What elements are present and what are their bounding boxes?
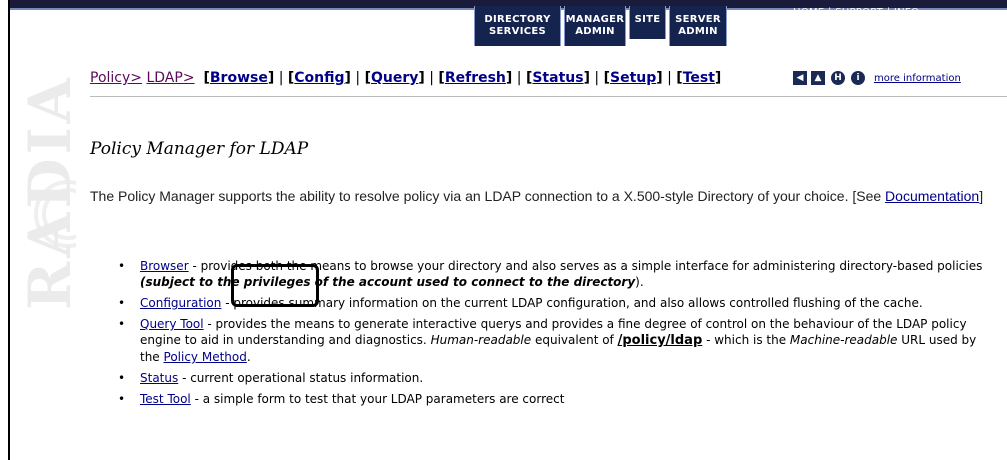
item-text: ). <box>635 275 644 289</box>
item-italic-text: Human-readable <box>430 333 532 347</box>
nav-query-link[interactable]: Query <box>371 70 418 86</box>
bullet-icon: • <box>118 317 126 331</box>
documentation-link[interactable]: Documentation <box>885 188 979 204</box>
tab-label: ADMIN <box>678 26 718 37</box>
separator: | <box>883 7 894 18</box>
left-border <box>8 0 10 460</box>
item-italic-text: Machine-readable <box>789 333 898 347</box>
highlight-box <box>231 264 319 307</box>
item-text: - provides summary information on the cu… <box>221 296 923 310</box>
breadcrumb-ldap[interactable]: LDAP> <box>146 70 194 86</box>
tab-label: SITE <box>634 14 661 25</box>
tab-manager-admin[interactable]: MANAGER ADMIN <box>564 6 626 46</box>
nav-setup-link[interactable]: Setup <box>610 70 656 86</box>
radia-watermark: RADIA <box>14 60 76 380</box>
intro-paragraph: The Policy Manager supports the ability … <box>90 186 990 206</box>
intro-text: The Policy Manager supports the ability … <box>90 188 886 204</box>
policy-ldap-path[interactable]: /policy/ldap <box>618 333 703 348</box>
home-link[interactable]: HOME <box>793 7 825 18</box>
nav-status-link[interactable]: Status <box>532 70 583 86</box>
item-text: equivalent of <box>531 333 618 347</box>
nav-browse-link[interactable]: Browse <box>210 70 268 86</box>
page-title: Policy Manager for LDAP <box>90 139 309 159</box>
breadcrumb-policy[interactable]: Policy> <box>90 70 142 86</box>
tab-label: SERVICES <box>489 26 546 37</box>
up-icon[interactable]: ▲ <box>811 71 825 85</box>
list-item: • Test Tool - a simple form to test that… <box>118 391 998 407</box>
configuration-link[interactable]: Configuration <box>140 296 221 310</box>
item-bold-text: (subject to the privileges of the accoun… <box>140 275 636 289</box>
back-icon[interactable]: ◀ <box>793 71 807 85</box>
watermark-text: RADIA <box>16 74 76 310</box>
help-icon[interactable]: H <box>831 71 845 85</box>
nav-refresh-link[interactable]: Refresh <box>445 70 506 86</box>
nav-config-link[interactable]: Config <box>294 70 344 86</box>
info-link[interactable]: INFO <box>894 7 919 18</box>
intro-end: ] <box>979 188 984 204</box>
bullet-icon: • <box>118 371 126 385</box>
item-text: . <box>246 350 251 364</box>
tab-label: SERVER <box>675 14 721 25</box>
top-links: HOME | SUPPORT | INFO <box>793 7 919 18</box>
item-text: - a simple form to test that your LDAP p… <box>190 392 565 406</box>
bullet-icon: • <box>118 392 126 406</box>
bullet-icon: • <box>118 259 126 273</box>
tab-server-admin[interactable]: SERVER ADMIN <box>669 6 727 46</box>
query-tool-link[interactable]: Query Tool <box>140 317 204 331</box>
tab-label: MANAGER <box>565 14 625 25</box>
nav-test-link[interactable]: Test <box>683 70 715 86</box>
tab-label: ADMIN <box>575 26 615 37</box>
support-link[interactable]: SUPPORT <box>835 7 883 18</box>
more-information-link[interactable]: more information <box>874 73 961 84</box>
policy-method-link[interactable]: Policy Method <box>164 350 247 364</box>
item-text: - which is the <box>702 333 790 347</box>
bullet-icon: • <box>118 296 126 310</box>
status-link[interactable]: Status <box>140 371 178 385</box>
item-text: - current operational status information… <box>178 371 424 385</box>
separator: | <box>824 7 836 18</box>
divider <box>90 96 1007 97</box>
test-tool-link[interactable]: Test Tool <box>140 392 191 406</box>
tab-label: DIRECTORY <box>484 14 551 25</box>
info-icon[interactable]: i <box>851 71 865 85</box>
tab-directory-services[interactable]: DIRECTORY SERVICES <box>474 6 561 46</box>
list-item: • Status - current operational status in… <box>118 370 998 386</box>
tab-site[interactable]: SITE <box>629 6 666 39</box>
breadcrumb-nav: Policy> LDAP> [Browse] | [Config] | [Que… <box>90 70 722 86</box>
list-item: • Query Tool - provides the means to gen… <box>118 316 998 365</box>
browser-link[interactable]: Browser <box>140 259 189 273</box>
